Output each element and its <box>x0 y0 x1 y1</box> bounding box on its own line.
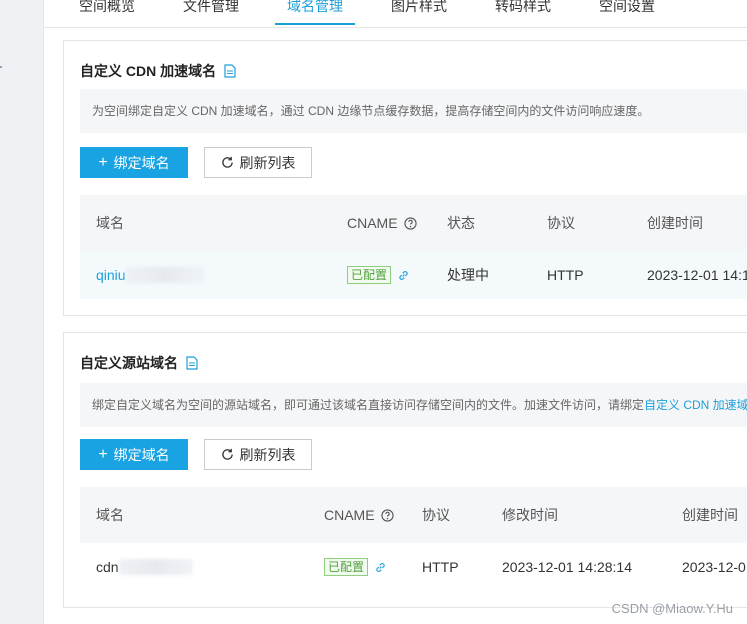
cdn-refresh-label: 刷新列表 <box>239 154 296 171</box>
link-icon[interactable] <box>374 561 387 574</box>
cdn-description: 为空间绑定自定义 CDN 加速域名，通过 CDN 边缘节点缓存数据，提高存储空间… <box>80 89 747 133</box>
cdn-col-domain: 域名 <box>96 215 124 231</box>
redacted-domain <box>118 559 193 575</box>
cdn-row-domain[interactable]: qiniu <box>96 251 204 299</box>
source-row-cname: 已配置 <box>324 543 387 591</box>
source-description: 绑定自定义域名为空间的源站域名，即可通过该域名直接访问存储空间内的文件。加速文件… <box>80 383 747 427</box>
source-col-protocol: 协议 <box>422 507 450 523</box>
cdn-domain-help-link[interactable]: 自定义 CDN 加速域 <box>644 398 747 412</box>
main-content: 空间概览 文件管理 域名管理 图片样式 转码样式 空间设置 自定义 CDN 加速… <box>44 0 747 624</box>
cdn-col-created: 创建时间 <box>647 215 703 231</box>
watermark: CSDN @Miaow.Y.Hu <box>611 601 733 616</box>
tab-file-management[interactable]: 文件管理 <box>183 0 239 26</box>
source-col-cname: CNAME <box>324 487 394 543</box>
source-col-cname-label: CNAME <box>324 507 375 523</box>
redacted-domain <box>125 267 204 283</box>
source-row-domain: cdn <box>96 543 193 591</box>
source-row-protocol: HTTP <box>422 559 459 575</box>
cdn-domain-link[interactable]: qiniu <box>96 267 126 283</box>
cdn-col-status: 状态 <box>447 215 475 231</box>
refresh-icon <box>221 156 233 168</box>
cdn-domain-card: 自定义 CDN 加速域名 为空间绑定自定义 CDN 加速域名，通过 CDN 边缘… <box>63 40 747 316</box>
cdn-row-created: 2023-12-01 14:1 <box>647 267 747 283</box>
source-row-modified: 2023-12-01 14:28:14 <box>502 559 632 575</box>
help-icon[interactable] <box>380 508 394 522</box>
cdn-row-cname: 已配置 <box>347 251 410 299</box>
source-section-title: 自定义源站域名 <box>80 353 198 373</box>
table-row: qiniu 已配置 处理中 HTTP 2023-12-01 14:1 <box>80 251 747 299</box>
tab-space-overview[interactable]: 空间概览 <box>79 0 135 26</box>
document-icon[interactable] <box>186 356 198 370</box>
refresh-icon <box>221 448 233 460</box>
source-row-created: 2023-12-0 <box>682 559 746 575</box>
source-domain-card: 自定义源站域名 绑定自定义域名为空间的源站域名，即可通过该域名直接访问存储空间内… <box>63 332 747 608</box>
tab-space-settings[interactable]: 空间设置 <box>599 0 655 26</box>
cdn-table-header: 域名 CNAME 状态 协议 创建时间 <box>80 195 747 251</box>
source-bind-label: 绑定域名 <box>113 446 170 463</box>
plus-icon: + <box>98 153 108 171</box>
tab-transcode-styles[interactable]: 转码样式 <box>495 0 551 26</box>
cdn-col-protocol: 协议 <box>547 215 575 231</box>
source-section-title-text: 自定义源站域名 <box>80 355 178 371</box>
cdn-refresh-list-button[interactable]: 刷新列表 <box>204 147 312 178</box>
cdn-section-title: 自定义 CDN 加速域名 <box>80 61 236 81</box>
cdn-col-cname-label: CNAME <box>347 215 398 231</box>
source-description-text: 绑定自定义域名为空间的源站域名，即可通过该域名直接访问存储空间内的文件。加速文件… <box>92 398 645 412</box>
source-refresh-label: 刷新列表 <box>239 446 296 463</box>
plus-icon: + <box>98 445 108 463</box>
tab-image-styles[interactable]: 图片样式 <box>391 0 447 26</box>
help-icon[interactable] <box>403 216 417 230</box>
left-sidebar <box>0 0 44 624</box>
source-table-header: 域名 CNAME 协议 修改时间 创建时间 <box>80 487 747 543</box>
cname-configured-badge: 已配置 <box>347 266 392 284</box>
cdn-col-cname: CNAME <box>347 195 417 251</box>
cdn-row-protocol: HTTP <box>547 267 584 283</box>
source-bind-domain-button[interactable]: + 绑定域名 <box>80 439 188 470</box>
source-refresh-list-button[interactable]: 刷新列表 <box>204 439 312 470</box>
link-icon[interactable] <box>397 269 410 282</box>
cdn-bind-label: 绑定域名 <box>113 154 170 171</box>
source-domain-text: cdn <box>96 559 119 575</box>
cdn-row-status: 处理中 <box>447 267 489 283</box>
cname-configured-badge: 已配置 <box>324 558 369 576</box>
tab-domain-management[interactable]: 域名管理 <box>275 0 355 26</box>
cdn-section-title-text: 自定义 CDN 加速域名 <box>80 63 217 79</box>
document-icon[interactable] <box>224 64 236 78</box>
cdn-bind-domain-button[interactable]: + 绑定域名 <box>80 147 188 178</box>
source-col-domain: 域名 <box>96 507 124 523</box>
source-col-created: 创建时间 <box>682 507 738 523</box>
sidebar-marker <box>0 66 2 68</box>
source-col-modified: 修改时间 <box>502 507 558 523</box>
tab-bar: 空间概览 文件管理 域名管理 图片样式 转码样式 空间设置 <box>44 0 747 28</box>
table-row: cdn 已配置 HTTP 2023-12-01 14:28:14 2023-12… <box>80 543 747 591</box>
